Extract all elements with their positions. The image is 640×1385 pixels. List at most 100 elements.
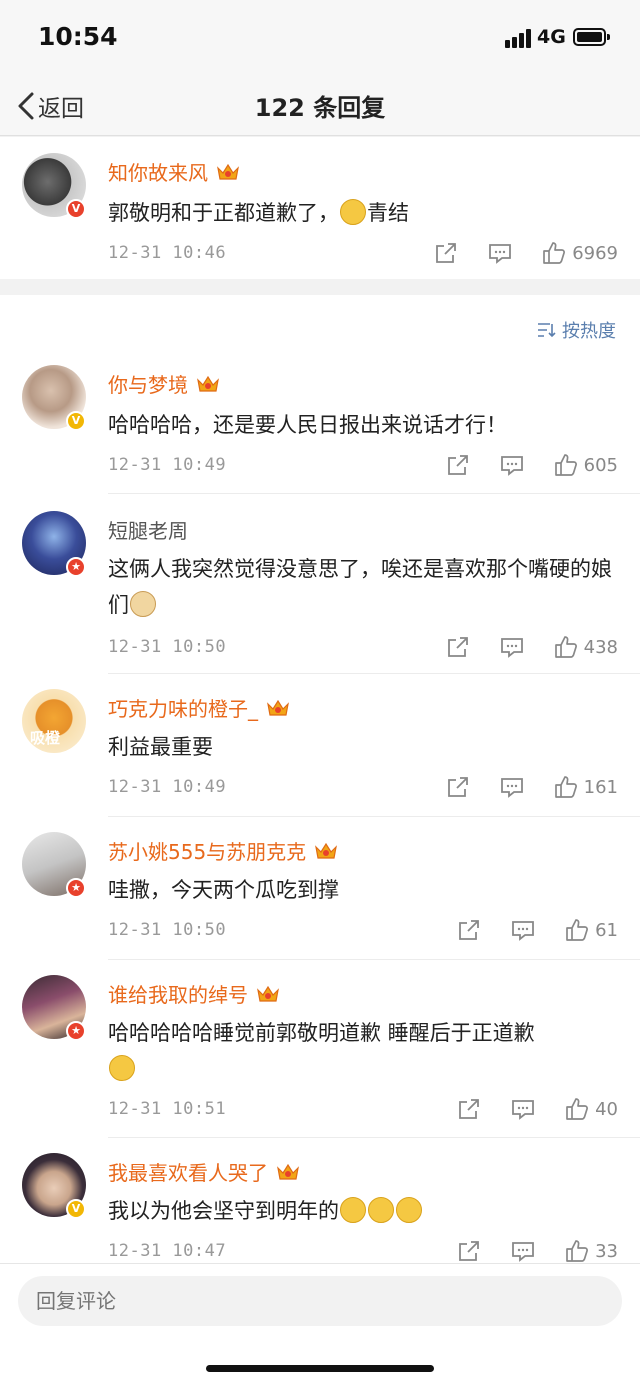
share-button[interactable] <box>457 1097 481 1121</box>
comment-icon <box>512 1242 534 1262</box>
comment-date: 12-31 10:50 <box>108 920 227 940</box>
like-count: 40 <box>595 1098 618 1120</box>
comment-text-part: 青结 <box>367 201 409 225</box>
username[interactable]: 苏小姚555与苏朋克克 <box>108 836 338 865</box>
comment-icon <box>512 921 534 941</box>
like-button[interactable]: 161 <box>554 775 618 799</box>
comment-button[interactable] <box>511 1097 535 1121</box>
thumbs-up-icon <box>566 1098 589 1120</box>
like-button[interactable]: 6969 <box>542 241 618 265</box>
share-icon <box>447 777 468 797</box>
comment-button[interactable] <box>488 241 512 265</box>
username[interactable]: 知你故来风 <box>108 157 240 186</box>
username-text: 巧克力味的橙子_ <box>108 697 258 721</box>
thumbs-up-icon <box>566 1240 589 1262</box>
thumbs-up-icon <box>554 776 577 798</box>
member-badge-icon: ★ <box>66 1021 86 1041</box>
list-item: V 你与梦境 哈哈哈哈，还是要人民日报出来说话才行！ 12-31 10:49 6… <box>0 357 640 495</box>
username[interactable]: 你与梦境 <box>108 369 220 398</box>
comment-meta: 12-31 10:50 61 <box>108 918 618 942</box>
username-text: 短腿老周 <box>108 519 188 543</box>
page-title: 122 条回复 <box>254 94 386 122</box>
like-button[interactable]: 33 <box>565 1239 618 1263</box>
comment-text: 哈哈哈哈哈睡觉前郭敬明道歉 睡醒后于正道歉 <box>108 1015 616 1087</box>
laugh-cry-emoji-icon <box>396 1197 422 1223</box>
like-count: 438 <box>583 636 618 658</box>
username[interactable]: 短腿老周 <box>108 515 188 544</box>
username-text: 知你故来风 <box>108 161 208 185</box>
verified-badge-icon: V <box>66 199 86 219</box>
thumbs-up-icon <box>554 636 577 658</box>
share-icon <box>436 243 457 263</box>
like-button[interactable]: 61 <box>565 918 618 942</box>
comment-meta: 12-31 10:49 161 <box>108 775 618 799</box>
comment-text: 这俩人我突然觉得没意思了，唉还是喜欢那个嘴硬的娘们 <box>108 551 616 623</box>
comment-button[interactable] <box>511 918 535 942</box>
list-item: ★ 短腿老周 这俩人我突然觉得没意思了，唉还是喜欢那个嘴硬的娘们 12-31 1… <box>0 495 640 675</box>
root-comment-card: V 知你故来风 郭敬明和于正都道歉了， 青结 12-31 10:46 6969 <box>0 137 640 279</box>
crown-badge-icon <box>196 374 220 394</box>
signal-icon <box>505 28 533 48</box>
share-button[interactable] <box>457 918 481 942</box>
divider <box>108 1137 640 1138</box>
thumbs-up-icon <box>566 919 589 941</box>
username[interactable]: 谁给我取的绰号 <box>108 979 280 1008</box>
comment-actions: 61 <box>457 918 618 942</box>
divider <box>108 493 640 494</box>
grin-emoji-icon <box>109 1055 135 1081</box>
share-button[interactable] <box>446 775 470 799</box>
share-button[interactable] <box>446 635 470 659</box>
member-badge-icon: ★ <box>66 557 86 577</box>
comment-button[interactable] <box>511 1239 535 1263</box>
thumbs-up-icon <box>543 242 566 264</box>
crown-badge-icon <box>256 984 280 1004</box>
crown-badge-icon <box>216 162 240 182</box>
comment-meta: 12-31 10:46 6969 <box>108 241 618 265</box>
like-button[interactable]: 40 <box>565 1097 618 1121</box>
comment-text-part: 这俩人我突然觉得没意思了，唉还是喜欢那个嘴硬的娘们 <box>108 557 612 617</box>
verified-badge-icon: V <box>66 411 86 431</box>
status-bar: 10:54 4G <box>0 0 640 76</box>
comment-meta: 12-31 10:51 40 <box>108 1097 618 1121</box>
member-badge-icon: ★ <box>66 878 86 898</box>
share-button[interactable] <box>457 1239 481 1263</box>
comment-icon <box>500 456 523 476</box>
share-icon <box>447 637 468 657</box>
status-time: 10:54 <box>38 22 118 51</box>
share-button[interactable] <box>434 241 458 265</box>
comment-actions: 161 <box>446 775 618 799</box>
share-icon <box>459 1099 479 1119</box>
comment-meta: 12-31 10:47 33 <box>108 1239 618 1263</box>
username[interactable]: 巧克力味的橙子_ <box>108 693 290 722</box>
sort-icon <box>538 323 556 338</box>
comment-date: 12-31 10:51 <box>108 1099 227 1119</box>
divider <box>108 673 640 674</box>
comment-button[interactable] <box>500 635 524 659</box>
comment-icon <box>500 778 523 798</box>
sort-by-hot-button[interactable]: 按热度 <box>536 317 616 343</box>
replies-list: 按热度 V 你与梦境 哈哈哈哈，还是要人民日报出来说话才行！ 12-31 10:… <box>0 295 640 1263</box>
share-button[interactable] <box>446 453 470 477</box>
navigation-bar: 返回 122 条回复 <box>0 76 640 136</box>
comment-actions: 6969 <box>434 241 618 265</box>
list-item: V 我最喜欢看人哭了 我以为他会坚守到明年的 12-31 10:47 33 <box>0 1139 640 1263</box>
like-count: 605 <box>583 454 618 476</box>
reply-input[interactable] <box>18 1276 622 1326</box>
comment-button[interactable] <box>500 453 524 477</box>
network-type: 4G <box>537 26 566 48</box>
like-button[interactable]: 605 <box>554 453 618 477</box>
like-button[interactable]: 438 <box>554 635 618 659</box>
comment-date: 12-31 10:46 <box>108 243 227 263</box>
username[interactable]: 我最喜欢看人哭了 <box>108 1157 300 1186</box>
comment-button[interactable] <box>500 775 524 799</box>
avatar[interactable]: 吸橙 <box>22 689 86 753</box>
home-indicator[interactable] <box>206 1365 434 1372</box>
comment-text-part: 哈哈哈哈哈睡觉前郭敬明道歉 睡醒后于正道歉 <box>108 1021 535 1045</box>
list-item: 吸橙 巧克力味的橙子_ 利益最重要 12-31 10:49 161 <box>0 675 640 818</box>
like-count: 61 <box>595 919 618 941</box>
list-item: ★ 谁给我取的绰号 哈哈哈哈哈睡觉前郭敬明道歉 睡醒后于正道歉 12-31 10… <box>0 961 640 1139</box>
username-text: 谁给我取的绰号 <box>108 983 248 1007</box>
comment-date: 12-31 10:47 <box>108 1241 227 1261</box>
comment-text: 利益最重要 <box>108 735 213 759</box>
comment-text: 我以为他会坚守到明年的 <box>108 1193 616 1229</box>
